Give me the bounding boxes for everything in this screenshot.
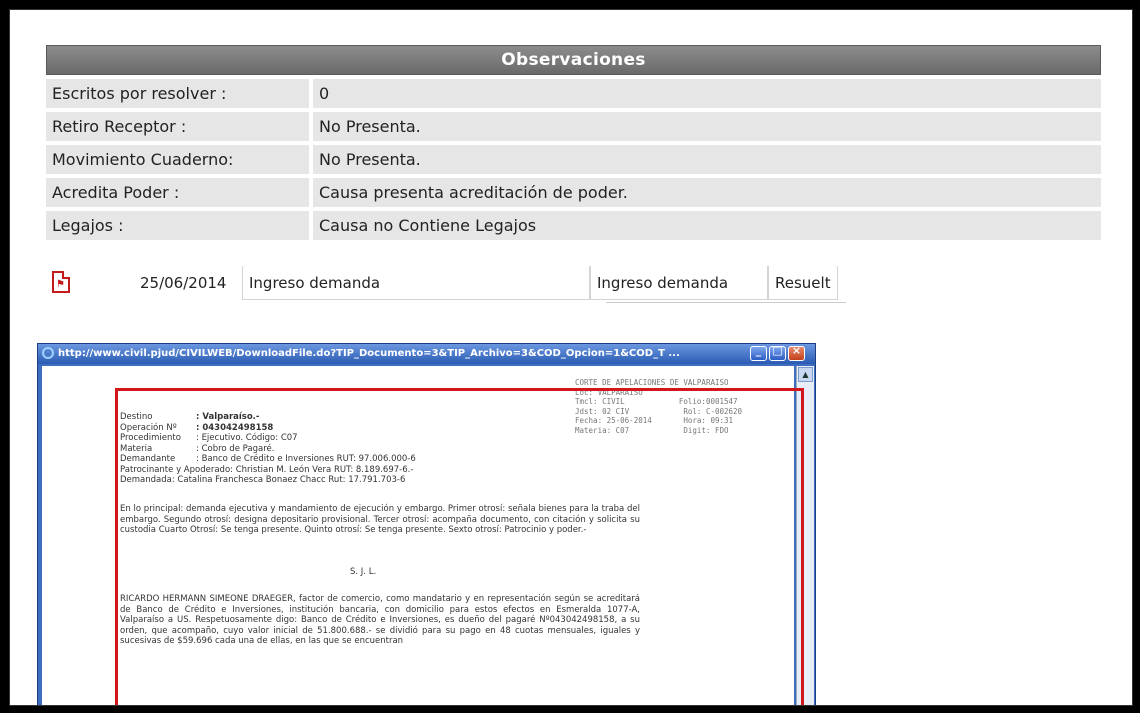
row-divider [606, 302, 846, 303]
scroll-up-arrow-icon[interactable]: ▲ [798, 367, 813, 382]
doc-descripcion: Ingreso demanda [590, 266, 768, 300]
doc-date: 25/06/2014 [140, 274, 227, 292]
highlight-box [115, 388, 804, 705]
obs-label: Movimiento Cuaderno: [46, 145, 309, 174]
obs-value: Causa presenta acreditación de poder. [313, 178, 1101, 207]
obs-label: Legajos : [46, 211, 309, 240]
window-titlebar[interactable]: http://www.civil.pjud/CIVILWEB/DownloadF… [38, 344, 815, 364]
document-row: ⚑ 25/06/2014 Ingreso demanda Ingreso dem… [46, 266, 846, 303]
obs-label: Escritos por resolver : [46, 79, 309, 108]
window-url: http://www.civil.pjud/CIVILWEB/DownloadF… [58, 348, 680, 359]
close-button[interactable]: × [788, 344, 805, 361]
maximize-button[interactable]: □ [769, 344, 786, 361]
pdf-icon[interactable]: ⚑ [52, 271, 70, 293]
obs-row-acredita-poder: Acredita Poder : Causa presenta acredita… [46, 178, 1101, 207]
screenshot-frame: Observaciones Escritos por resolver : 0 … [9, 9, 1133, 706]
obs-row-escritos: Escritos por resolver : 0 [46, 79, 1101, 108]
obs-row-legajos: Legajos : Causa no Contiene Legajos [46, 211, 1101, 240]
obs-value: 0 [313, 79, 1101, 108]
obs-row-movimiento-cuaderno: Movimiento Cuaderno: No Presenta. [46, 145, 1101, 174]
obs-row-retiro-receptor: Retiro Receptor : No Presenta. [46, 112, 1101, 141]
doc-estado: Resuelt [768, 266, 838, 300]
obs-value: No Presenta. [313, 112, 1101, 141]
obs-label: Retiro Receptor : [46, 112, 309, 141]
obs-value: Causa no Contiene Legajos [313, 211, 1101, 240]
doc-tramite: Ingreso demanda [242, 266, 590, 300]
observaciones-header: Observaciones [46, 45, 1101, 75]
minimize-button[interactable]: _ [750, 344, 767, 361]
browser-icon [42, 347, 54, 359]
observaciones-table: Observaciones Escritos por resolver : 0 … [46, 45, 1101, 240]
obs-label: Acredita Poder : [46, 178, 309, 207]
obs-value: No Presenta. [313, 145, 1101, 174]
